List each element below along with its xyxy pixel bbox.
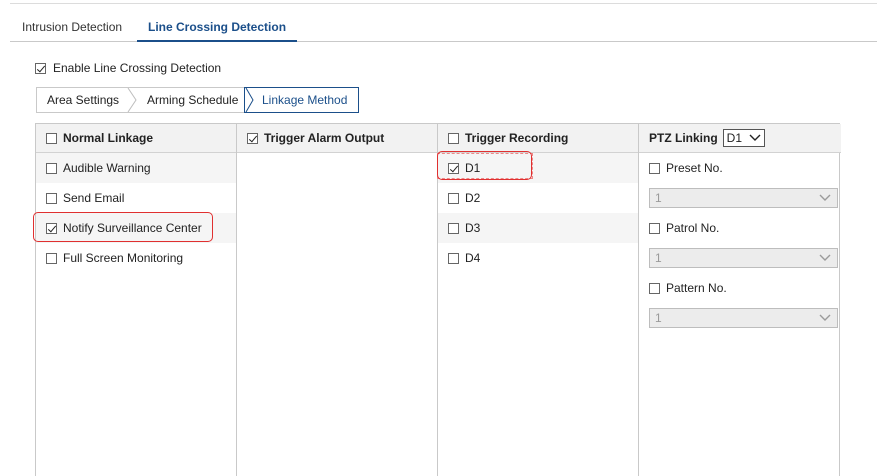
trigger-alarm-output-label: Trigger Alarm Output	[264, 131, 385, 145]
subtab-linkage-method[interactable]: Linkage Method	[244, 87, 359, 113]
preset-label: Preset No.	[666, 161, 723, 175]
trigger-alarm-output-checkbox[interactable]	[247, 132, 258, 144]
d3-label: D3	[465, 221, 481, 235]
settings-subtabs: Area Settings Arming Schedule Linkage Me…	[36, 87, 359, 113]
breadcrumb-arrow-icon	[126, 88, 140, 112]
top-divider	[10, 3, 877, 4]
normal-linkage-checkbox[interactable]	[46, 132, 57, 144]
d3-checkbox[interactable]	[448, 222, 459, 234]
normal-linkage-header-label: Normal Linkage	[63, 131, 154, 145]
trigger-alarm-output-header: Trigger Alarm Output	[237, 124, 437, 153]
chevron-down-icon	[749, 134, 761, 141]
trigger-alarm-output-column: Trigger Alarm Output	[237, 124, 438, 476]
d4-label: D4	[465, 251, 481, 265]
pattern-label: Pattern No.	[666, 281, 727, 295]
breadcrumb-arrow-icon	[244, 88, 258, 112]
ptz-linking-column: PTZ Linking D1 Preset No. 1 Patrol No. 1	[639, 124, 841, 476]
d2-label: D2	[465, 191, 481, 205]
highlight-notify-surveillance-center	[33, 212, 213, 242]
subtab-area-settings-label: Area Settings	[47, 93, 120, 107]
chevron-down-icon	[819, 254, 831, 261]
list-item: D3	[438, 213, 638, 243]
preset-select[interactable]: 1	[649, 188, 838, 208]
preset-checkbox[interactable]	[649, 162, 660, 174]
list-item: Audible Warning	[36, 153, 236, 183]
subtab-arming-schedule[interactable]: Arming Schedule	[126, 87, 244, 113]
trigger-recording-header: Trigger Recording	[438, 124, 638, 153]
full-screen-monitoring-checkbox[interactable]	[46, 252, 57, 264]
trigger-recording-label: Trigger Recording	[465, 131, 569, 145]
subtab-linkage-method-label: Linkage Method	[262, 93, 348, 107]
highlight-d1	[437, 151, 532, 180]
enable-line-crossing-row: Enable Line Crossing Detection	[35, 60, 221, 76]
enable-line-crossing-checkbox[interactable]	[35, 62, 46, 74]
list-item: D2	[438, 183, 638, 213]
ptz-linking-header: PTZ Linking D1	[639, 124, 841, 153]
normal-linkage-column: Normal Linkage Audible Warning Send Emai…	[36, 124, 237, 476]
list-item: 1	[639, 243, 841, 273]
pattern-checkbox[interactable]	[649, 282, 660, 294]
send-email-checkbox[interactable]	[46, 192, 57, 204]
chevron-down-icon	[819, 194, 831, 201]
ptz-channel-value: D1	[726, 131, 743, 145]
list-item: 1	[639, 303, 841, 333]
ptz-linking-label: PTZ Linking	[649, 131, 718, 145]
list-item: Pattern No.	[639, 273, 841, 303]
subtab-area-settings[interactable]: Area Settings	[36, 87, 128, 113]
detection-tabs: Intrusion Detection Line Crossing Detect…	[10, 10, 877, 42]
list-item: 1	[639, 183, 841, 213]
d2-checkbox[interactable]	[448, 192, 459, 204]
tab-line-crossing-detection[interactable]: Line Crossing Detection	[137, 10, 298, 42]
audible-warning-checkbox[interactable]	[46, 162, 57, 174]
preset-value: 1	[655, 191, 662, 205]
audible-warning-label: Audible Warning	[63, 161, 151, 175]
normal-linkage-header: Normal Linkage	[36, 124, 236, 153]
list-item: Send Email	[36, 183, 236, 213]
list-item: D4	[438, 243, 638, 273]
patrol-label: Patrol No.	[666, 221, 720, 235]
chevron-down-icon	[819, 314, 831, 321]
patrol-select[interactable]: 1	[649, 248, 838, 268]
enable-line-crossing-label: Enable Line Crossing Detection	[53, 61, 222, 75]
send-email-label: Send Email	[63, 191, 125, 205]
list-item: Patrol No.	[639, 213, 841, 243]
list-item: Full Screen Monitoring	[36, 243, 236, 273]
tab-intrusion-detection[interactable]: Intrusion Detection	[22, 10, 122, 41]
pattern-select[interactable]: 1	[649, 308, 838, 328]
pattern-value: 1	[655, 311, 662, 325]
trigger-recording-checkbox[interactable]	[448, 132, 459, 144]
d4-checkbox[interactable]	[448, 252, 459, 264]
ptz-channel-select[interactable]: D1	[722, 129, 765, 147]
full-screen-monitoring-label: Full Screen Monitoring	[63, 251, 184, 265]
patrol-value: 1	[655, 251, 662, 265]
patrol-checkbox[interactable]	[649, 222, 660, 234]
subtab-arming-schedule-label: Arming Schedule	[147, 93, 239, 107]
list-item: Preset No.	[639, 153, 841, 183]
